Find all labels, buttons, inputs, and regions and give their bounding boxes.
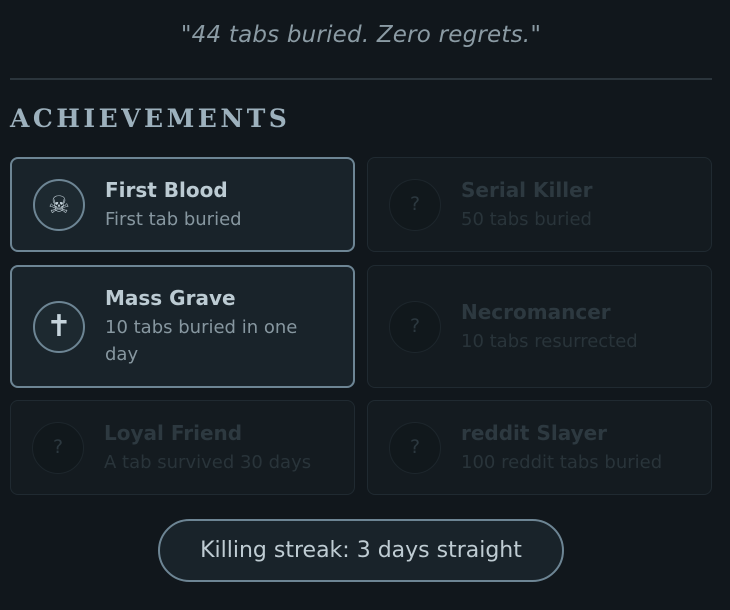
achievement-card-reddit-slayer: ? reddit Slayer 100 reddit tabs buried: [367, 400, 712, 495]
achievement-description: 10 tabs buried in one day: [105, 317, 298, 365]
achievement-title: First Blood: [105, 177, 228, 202]
achievements-heading: ACHIEVEMENTS: [10, 104, 291, 133]
achievement-description: A tab survived 30 days: [104, 451, 312, 473]
question-mark-icon: ?: [389, 421, 441, 474]
motto-quote: "44 tabs buried. Zero regrets.": [180, 22, 542, 48]
achievement-card-mass-grave: ✝ Mass Grave 10 tabs buried in one day: [10, 265, 355, 388]
achievement-title: reddit Slayer: [461, 420, 608, 445]
question-mark-icon: ?: [389, 178, 441, 231]
achievement-title: Serial Killer: [461, 177, 593, 202]
achievement-card-necromancer: ? Necromancer 10 tabs resurrected: [367, 265, 712, 388]
cross-icon: ✝: [33, 300, 85, 353]
achievement-title: Loyal Friend: [104, 420, 243, 445]
question-mark-icon: ?: [32, 421, 84, 474]
achievement-description: 100 reddit tabs buried: [461, 451, 663, 473]
achievement-description: First tab buried: [105, 208, 242, 230]
divider: [10, 78, 712, 80]
achievement-title: Necromancer: [461, 299, 611, 324]
question-mark-icon: ?: [389, 300, 441, 353]
achievement-card-first-blood: ☠ First Blood First tab buried: [10, 157, 355, 252]
achievement-description: 50 tabs buried: [461, 208, 592, 230]
achievement-card-serial-killer: ? Serial Killer 50 tabs buried: [367, 157, 712, 252]
skull-crossbones-icon: ☠: [33, 178, 85, 231]
achievement-card-loyal-friend: ? Loyal Friend A tab survived 30 days: [10, 400, 355, 495]
killing-streak-pill: Killing streak: 3 days straight: [158, 519, 564, 582]
achievement-title: Mass Grave: [105, 286, 236, 310]
achievement-description: 10 tabs resurrected: [461, 330, 638, 352]
